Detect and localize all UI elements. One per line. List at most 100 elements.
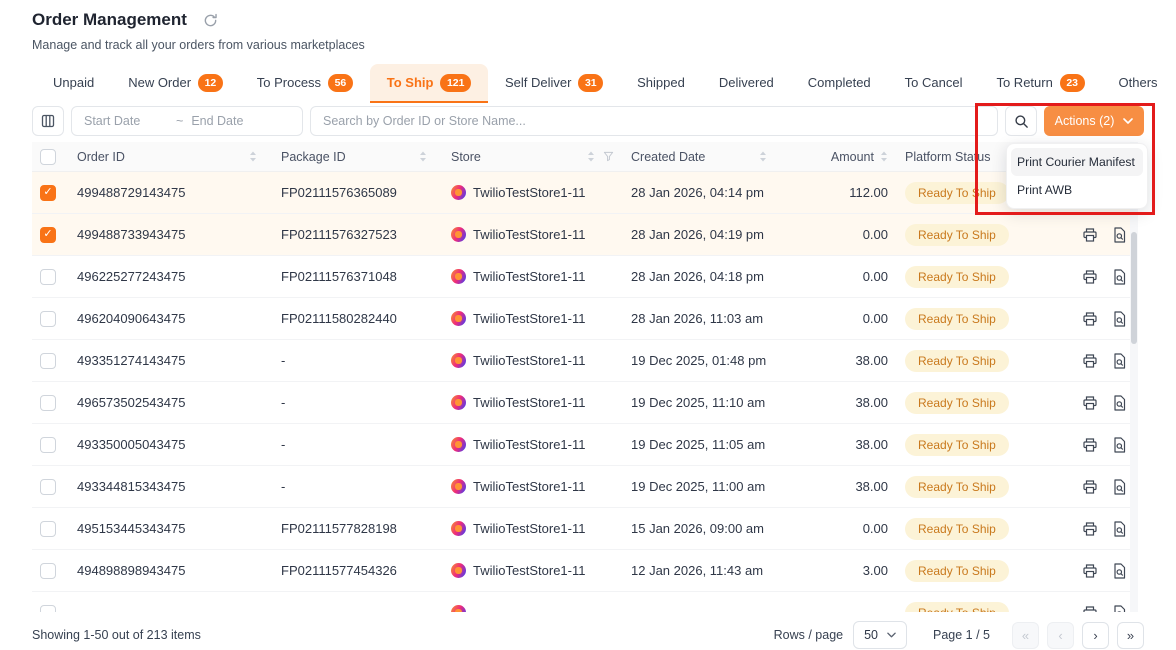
created-date-cell: 19 Dec 2025, 11:05 am — [620, 437, 780, 452]
tab-to-return[interactable]: To Return23 — [979, 64, 1101, 103]
row-checkbox[interactable] — [40, 605, 56, 613]
column-header-order-id[interactable]: Order ID — [66, 150, 270, 164]
status-badge: Ready To Ship — [905, 560, 1009, 582]
status-badge: Ready To Ship — [905, 182, 1009, 204]
status-badge: Ready To Ship — [905, 392, 1009, 414]
filter-icon[interactable] — [603, 151, 614, 162]
column-header-created-date[interactable]: Created Date — [620, 150, 780, 164]
print-icon[interactable] — [1082, 437, 1098, 453]
marketplace-store-icon — [451, 521, 466, 536]
print-icon[interactable] — [1082, 395, 1098, 411]
document-search-icon[interactable] — [1112, 521, 1127, 537]
printer-glyph — [1082, 521, 1098, 537]
sort-icon[interactable] — [587, 151, 595, 162]
sort-icon[interactable] — [880, 151, 888, 162]
created-date-cell: 19 Dec 2025, 11:00 am — [620, 479, 780, 494]
column-header-amount[interactable]: Amount — [780, 150, 892, 164]
menu-item-print-awb[interactable]: Print AWB — [1011, 176, 1143, 204]
marketplace-store-icon — [451, 227, 466, 242]
status-cell: Ready To Ship — [892, 308, 1042, 330]
search-input[interactable] — [310, 106, 998, 136]
row-checkbox[interactable] — [40, 311, 56, 327]
tab-to-ship[interactable]: To Ship121 — [370, 64, 488, 103]
select-all-checkbox[interactable] — [40, 149, 56, 165]
print-icon[interactable] — [1082, 353, 1098, 369]
tab-to-cancel[interactable]: To Cancel — [888, 64, 980, 103]
package-id-cell: FP02111576365089 — [270, 185, 440, 200]
vertical-scrollbar[interactable] — [1130, 142, 1138, 612]
store-name: TwilioTestStore1-11 — [473, 311, 585, 326]
document-search-icon[interactable] — [1112, 479, 1127, 495]
marketplace-store-icon — [451, 311, 466, 326]
row-checkbox[interactable] — [40, 437, 56, 453]
print-icon[interactable] — [1082, 479, 1098, 495]
tab-completed[interactable]: Completed — [791, 64, 888, 103]
scrollbar-thumb[interactable] — [1131, 232, 1137, 344]
row-checkbox[interactable] — [40, 521, 56, 537]
sort-icon[interactable] — [419, 151, 427, 162]
print-icon[interactable] — [1082, 605, 1098, 613]
document-search-icon[interactable] — [1112, 563, 1127, 579]
print-icon[interactable] — [1082, 563, 1098, 579]
first-page-button[interactable]: « — [1012, 622, 1039, 649]
print-icon[interactable] — [1082, 521, 1098, 537]
order-row: 496573502543475-TwilioTestStore1-1119 De… — [32, 382, 1138, 424]
row-checkbox[interactable] — [40, 353, 56, 369]
search-button[interactable] — [1005, 106, 1037, 136]
row-checkbox[interactable] — [40, 563, 56, 579]
status-cell: Ready To Ship — [892, 560, 1042, 582]
tab-delivered[interactable]: Delivered — [702, 64, 791, 103]
prev-page-button[interactable]: ‹ — [1047, 622, 1074, 649]
row-checkbox[interactable] — [40, 227, 56, 243]
marketplace-store-icon — [451, 563, 466, 578]
tab-new-order[interactable]: New Order12 — [111, 64, 240, 103]
package-id-cell: FP02111580282440 — [270, 311, 440, 326]
refresh-icon[interactable] — [203, 13, 218, 28]
status-cell: Ready To Ship — [892, 476, 1042, 498]
tab-to-process[interactable]: To Process56 — [240, 64, 370, 103]
status-badge: Ready To Ship — [905, 476, 1009, 498]
tab-shipped[interactable]: Shipped — [620, 64, 702, 103]
status-badge: Ready To Ship — [905, 308, 1009, 330]
print-icon[interactable] — [1082, 227, 1098, 243]
column-settings-button[interactable] — [32, 106, 64, 136]
row-checkbox[interactable] — [40, 479, 56, 495]
document-glyph — [1112, 311, 1127, 327]
column-header-store[interactable]: Store — [440, 150, 620, 164]
tab-unpaid[interactable]: Unpaid — [36, 64, 111, 103]
menu-item-print-courier-manifest[interactable]: Print Courier Manifest — [1011, 148, 1143, 176]
status-cell: Ready To Ship — [892, 266, 1042, 288]
sort-icon[interactable] — [759, 151, 767, 162]
document-search-icon[interactable] — [1112, 353, 1127, 369]
document-search-icon[interactable] — [1112, 227, 1127, 243]
date-range-picker[interactable]: Start Date ~ End Date — [71, 106, 303, 136]
created-date-cell: 28 Jan 2026, 04:19 pm — [620, 227, 780, 242]
document-search-icon[interactable] — [1112, 311, 1127, 327]
document-search-icon[interactable] — [1112, 269, 1127, 285]
print-icon[interactable] — [1082, 311, 1098, 327]
row-checkbox[interactable] — [40, 185, 56, 201]
sort-icon[interactable] — [249, 151, 257, 162]
row-checkbox[interactable] — [40, 269, 56, 285]
order-id-cell: 496573502543475 — [66, 395, 270, 410]
tab-others[interactable]: Others — [1102, 64, 1175, 103]
document-search-icon[interactable] — [1112, 395, 1127, 411]
actions-button[interactable]: Actions (2) — [1044, 106, 1144, 136]
pagination-controls: Rows / page 50 Page 1 / 5 « ‹ › » — [774, 621, 1144, 649]
column-header-package-id[interactable]: Package ID — [270, 150, 440, 164]
next-page-button[interactable]: › — [1082, 622, 1109, 649]
package-id-cell: FP02111576327523 — [270, 227, 440, 242]
rows-per-page-select[interactable]: 50 — [853, 621, 907, 649]
last-page-button[interactable]: » — [1117, 622, 1144, 649]
print-icon[interactable] — [1082, 269, 1098, 285]
document-search-icon[interactable] — [1112, 437, 1127, 453]
package-id-cell: FP02111577454326 — [270, 563, 440, 578]
created-date-cell: 12 Jan 2026, 11:43 am — [620, 563, 780, 578]
order-id-cell: 496204090643475 — [66, 311, 270, 326]
tab-self-deliver[interactable]: Self Deliver31 — [488, 64, 620, 103]
order-id-cell: 496225277243475 — [66, 269, 270, 284]
document-search-icon[interactable] — [1112, 605, 1127, 613]
app: { "header": { "title": "Order Management… — [0, 0, 1176, 650]
row-checkbox[interactable] — [40, 395, 56, 411]
printer-glyph — [1082, 395, 1098, 411]
